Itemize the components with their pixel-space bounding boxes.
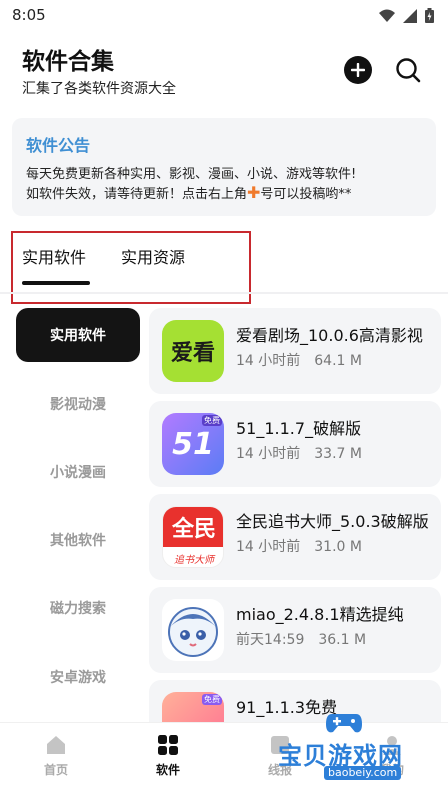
app-meta: 14 小时前 31.0 M	[236, 539, 362, 555]
sidebar-item-video-anime[interactable]: 影视动漫	[16, 377, 140, 431]
free-badge: 免费	[202, 415, 222, 426]
app-card[interactable]: miao_2.4.8.1精选提纯 前天14:59 36.1 M	[149, 587, 441, 673]
app-card[interactable]: 51 免费 51_1.1.7_破解版 14 小时前 33.7 M	[149, 401, 441, 487]
quanmin-app-icon: 全民 追书大师	[162, 506, 224, 568]
app-card[interactable]: 全民 追书大师 全民追书大师_5.0.3破解版 14 小时前 31.0 M	[149, 494, 441, 580]
notice-title: 软件公告	[26, 136, 91, 155]
sidebar-item-novel-comic[interactable]: 小说漫画	[16, 445, 140, 499]
app-meta: 14 小时前 33.7 M	[236, 446, 362, 462]
miao-app-icon	[162, 599, 224, 661]
sidebar-item-android-games[interactable]: 安卓游戏	[16, 650, 140, 704]
app-name: 全民追书大师_5.0.3破解版	[236, 512, 429, 531]
page-subtitle: 汇集了各类软件资源大全	[22, 81, 176, 97]
app-meta: 14 小时前 64.1 M	[236, 353, 362, 369]
nav-home[interactable]: 首页	[16, 733, 96, 778]
app-name: 51_1.1.7_破解版	[236, 419, 362, 438]
notice-card: 软件公告 每天免费更新各种实用、影视、漫画、小说、游戏等软件! 如软件失效，请等…	[12, 118, 436, 216]
grid-icon	[158, 735, 178, 755]
add-button[interactable]	[344, 56, 372, 84]
page-title: 软件合集	[22, 49, 114, 75]
notice-line-1: 每天免费更新各种实用、影视、漫画、小说、游戏等软件!	[26, 167, 357, 182]
wifi-icon	[379, 9, 395, 22]
app-name: 爱看剧场_10.0.6高清影视	[236, 326, 423, 345]
aikan-app-icon: 爱看	[162, 320, 224, 382]
search-icon	[396, 58, 421, 83]
nav-software[interactable]: 软件	[128, 733, 208, 778]
free-badge: 免费	[202, 694, 222, 705]
status-bar: 8:05	[0, 0, 448, 32]
app-meta: 前天14:59 36.1 M	[236, 632, 367, 648]
watermark-url: baobeiy.com	[324, 766, 402, 780]
notice-body: 每天免费更新各种实用、影视、漫画、小说、游戏等软件! 如软件失效，请等待更新！点…	[26, 166, 426, 204]
signal-icon	[403, 8, 417, 23]
status-icons	[379, 8, 434, 23]
app-name: miao_2.4.8.1精选提纯	[236, 605, 404, 624]
search-button[interactable]	[394, 56, 422, 84]
sidebar-item-other-software[interactable]: 其他软件	[16, 513, 140, 567]
tab-active-indicator	[22, 281, 90, 285]
tab-practical-software[interactable]: 实用软件	[22, 244, 86, 268]
site-watermark: 宝贝游戏网 baobeiy.com	[276, 706, 444, 780]
notice-line-2: 如软件失效，请等待更新！点击右上角✚号可以投稿哟**	[26, 183, 352, 203]
divider	[0, 292, 448, 294]
status-time: 8:05	[12, 6, 46, 24]
plus-icon: ✚	[247, 183, 261, 202]
app-card[interactable]: 爱看 爱看剧场_10.0.6高清影视 14 小时前 64.1 M	[149, 308, 441, 394]
plus-icon	[351, 63, 365, 77]
battery-icon	[425, 8, 434, 23]
sidebar-item-magnet-search[interactable]: 磁力搜索	[16, 581, 140, 635]
home-icon	[47, 736, 65, 754]
gamepad-icon	[326, 714, 362, 733]
sidebar-item-practical-software[interactable]: 实用软件	[16, 308, 140, 362]
tab-practical-resources[interactable]: 实用资源	[121, 244, 185, 268]
51-app-icon: 51 免费	[162, 413, 224, 475]
